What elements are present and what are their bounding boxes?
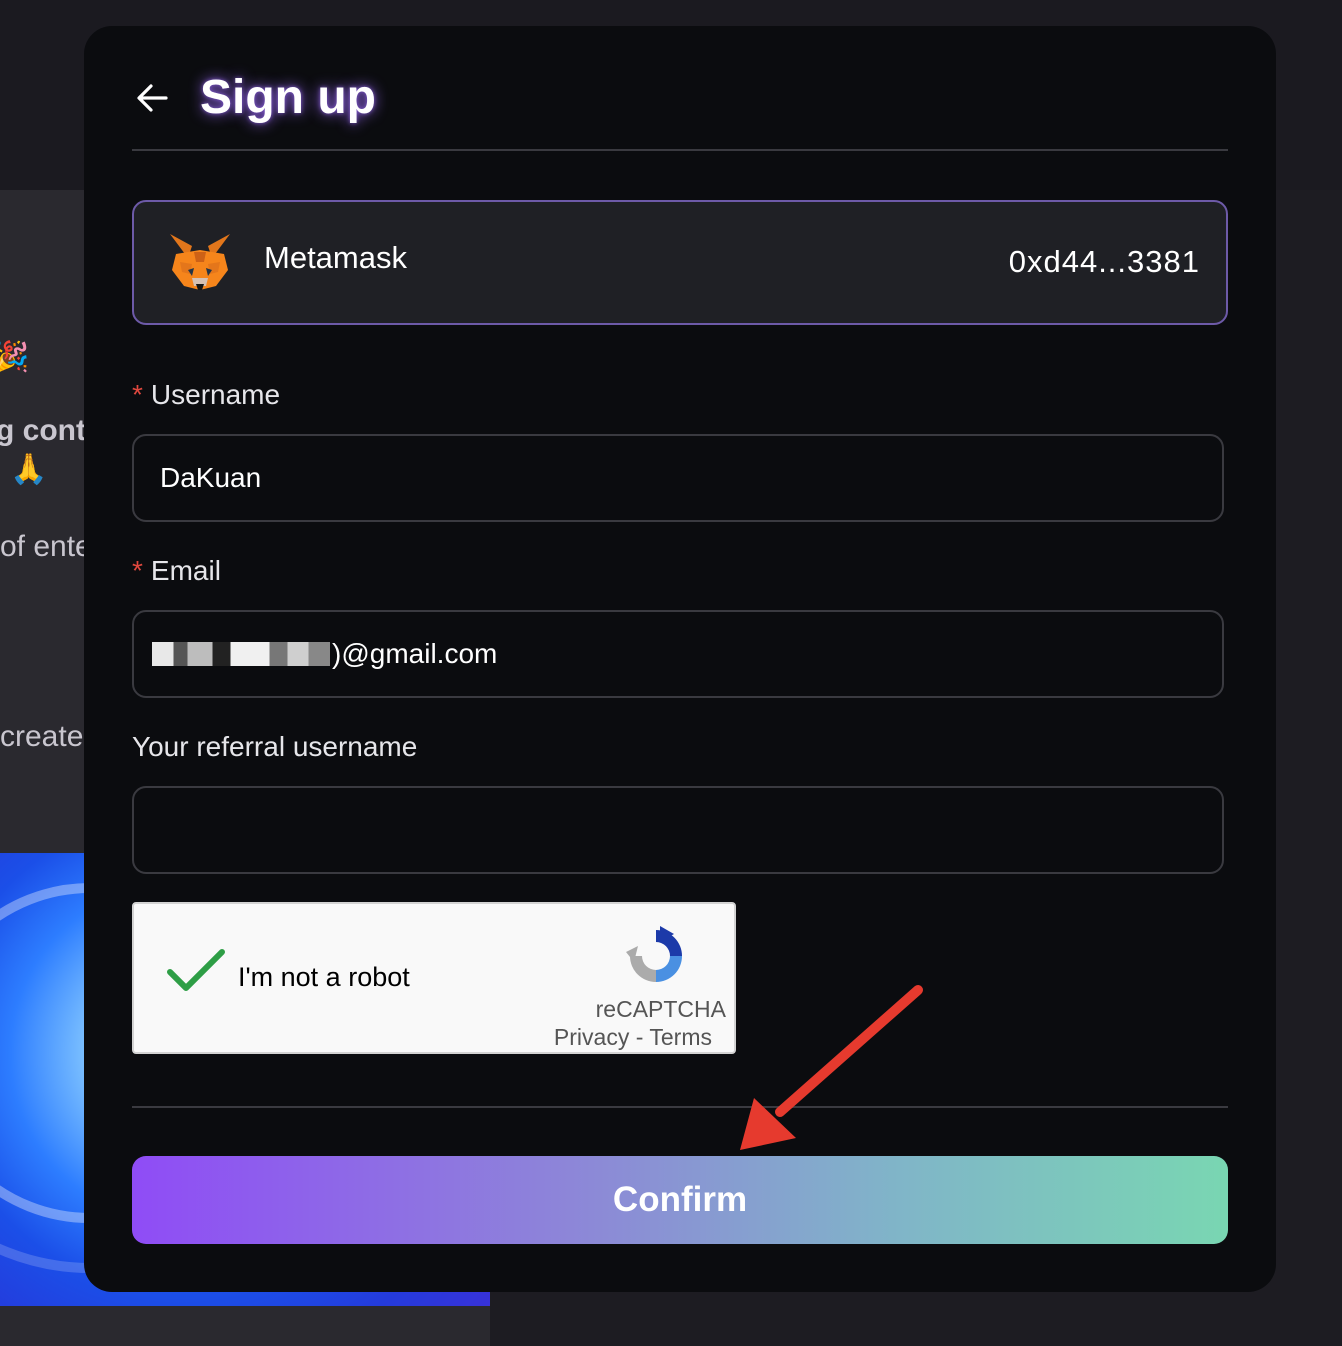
username-input[interactable]: DaKuan: [132, 434, 1224, 522]
background-text-2: of ente: [0, 530, 92, 563]
redacted-email-mask: [152, 642, 330, 666]
background-text-3: create: [0, 720, 84, 753]
required-asterisk: *: [132, 555, 143, 586]
recaptcha-brand: reCAPTCHA: [595, 996, 726, 1022]
username-label-text: Username: [150, 379, 281, 410]
terms-link[interactable]: Terms: [649, 1024, 712, 1050]
back-button[interactable]: [132, 78, 172, 118]
privacy-link[interactable]: Privacy: [554, 1024, 629, 1050]
username-value: DaKuan: [160, 462, 262, 493]
signup-modal: Sign up Metamask 0xd44...3381 *Username: [84, 26, 1276, 1292]
captcha-label: I'm not a robot: [238, 962, 410, 992]
confirm-button[interactable]: Confirm: [132, 1156, 1228, 1244]
party-emoji: 🎉: [0, 341, 30, 374]
required-asterisk: *: [132, 379, 143, 410]
email-label: * Email: [132, 555, 221, 587]
wallet-name: Metamask: [264, 240, 407, 275]
recaptcha-logo-icon: [626, 926, 682, 982]
referral-input[interactable]: [132, 786, 1224, 874]
background-footer: [0, 1306, 490, 1346]
background-text-1: g cont: [0, 414, 86, 447]
metamask-fox-icon: [170, 234, 230, 290]
wallet-card: Metamask 0xd44...3381: [132, 200, 1228, 325]
header-divider: [132, 149, 1228, 151]
recaptcha-links: Privacy - Terms: [554, 1024, 712, 1051]
email-label-text: Email: [150, 555, 221, 586]
wallet-address: 0xd44...3381: [1008, 244, 1200, 279]
screen: 🎉 g cont 🙏 of ente create Sign up Metama…: [0, 0, 1342, 1346]
page-title: Sign up: [200, 71, 376, 124]
pray-emoji: 🙏: [10, 453, 48, 486]
modal-header: Sign up: [132, 70, 1228, 150]
referral-label: Your referral username: [132, 731, 418, 762]
captcha-checkmark-icon[interactable]: [166, 946, 226, 996]
recaptcha-widget: I'm not a robot reCAPTCHA Privacy - Term…: [132, 902, 736, 1054]
link-separator: -: [635, 1024, 644, 1050]
username-label: * Username: [132, 379, 280, 411]
footer-divider: [132, 1106, 1228, 1108]
email-value: )@gmail.com: [332, 638, 498, 669]
arrow-left-icon: [137, 84, 168, 112]
email-input[interactable]: )@gmail.com: [132, 610, 1224, 698]
